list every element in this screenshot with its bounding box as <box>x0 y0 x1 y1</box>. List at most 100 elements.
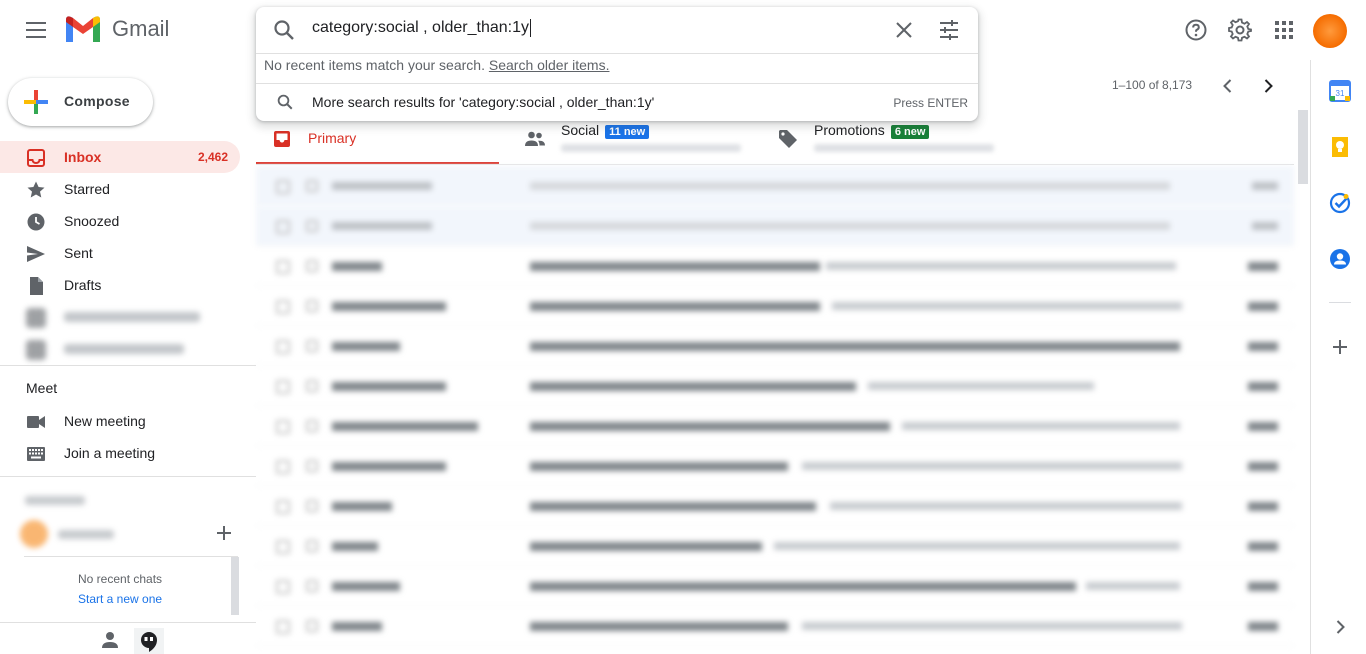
chat-panel: No recent chats Start a new one <box>0 557 240 617</box>
select-checkbox[interactable] <box>276 620 290 634</box>
list-scrollbar[interactable] <box>1298 110 1308 184</box>
get-addons-button[interactable] <box>1329 336 1351 358</box>
blurred-sender <box>332 302 446 311</box>
table-row[interactable] <box>256 446 1294 486</box>
sidebar-item-label: Starred <box>64 181 110 197</box>
table-row[interactable] <box>256 406 1294 446</box>
blurred-subject <box>530 422 890 431</box>
select-checkbox[interactable] <box>276 460 290 474</box>
sidebar-item-snoozed[interactable]: Snoozed <box>0 205 240 237</box>
star-toggle[interactable] <box>306 620 318 632</box>
newer-page-button[interactable] <box>1216 74 1240 98</box>
new-chat-button[interactable] <box>214 523 234 543</box>
search-options-button[interactable] <box>937 18 961 42</box>
person-icon <box>102 632 118 648</box>
gmail-logo[interactable]: Gmail <box>64 14 169 43</box>
select-checkbox[interactable] <box>276 540 290 554</box>
table-row[interactable] <box>256 326 1294 366</box>
blurred-date <box>1248 502 1278 511</box>
table-row[interactable] <box>256 526 1294 566</box>
star-toggle[interactable] <box>306 300 318 312</box>
chat-scrollbar[interactable] <box>231 557 239 615</box>
sidebar-item-drafts[interactable]: Drafts <box>0 269 240 301</box>
keep-button[interactable] <box>1329 136 1351 158</box>
join-meeting-button[interactable]: Join a meeting <box>0 437 256 469</box>
more-search-results-row[interactable]: More search results for 'category:social… <box>256 84 978 120</box>
calendar-button[interactable]: 31 <box>1329 80 1351 102</box>
table-row[interactable] <box>256 566 1294 606</box>
contacts-tab-button[interactable] <box>98 628 122 652</box>
text-caret <box>530 19 532 37</box>
star-toggle[interactable] <box>306 380 318 392</box>
table-row[interactable] <box>256 246 1294 286</box>
blurred-sender <box>332 622 382 631</box>
star-toggle[interactable] <box>306 260 318 272</box>
sidebar-item-label-blurred[interactable] <box>0 333 240 365</box>
star-toggle[interactable] <box>306 340 318 352</box>
sidebar-item-inbox[interactable]: Inbox 2,462 <box>0 141 240 173</box>
select-checkbox[interactable] <box>276 420 290 434</box>
table-row[interactable] <box>256 286 1294 326</box>
blurred-date <box>1252 222 1278 230</box>
select-checkbox[interactable] <box>276 220 290 234</box>
blurred-snippet <box>868 382 1094 390</box>
select-checkbox[interactable] <box>276 260 290 274</box>
select-checkbox[interactable] <box>276 580 290 594</box>
hangouts-tab-button[interactable] <box>134 628 164 654</box>
sidebar-item-label: Snoozed <box>64 213 120 229</box>
start-new-chat-link[interactable]: Start a new one <box>78 592 162 606</box>
search-icon <box>274 20 294 40</box>
main-menu-button[interactable] <box>18 12 54 48</box>
show-side-panel-button[interactable] <box>1329 616 1351 638</box>
google-apps-button[interactable] <box>1268 14 1300 46</box>
blurred-preview <box>561 144 741 152</box>
select-checkbox[interactable] <box>276 300 290 314</box>
sidebar-item-label-blurred[interactable] <box>0 301 240 333</box>
blurred-sender <box>332 542 378 551</box>
table-row[interactable] <box>256 166 1294 206</box>
star-toggle[interactable] <box>306 580 318 592</box>
press-enter-hint: Press ENTER <box>893 96 968 110</box>
plus-icon <box>217 526 231 540</box>
star-toggle[interactable] <box>306 460 318 472</box>
settings-button[interactable] <box>1224 14 1256 46</box>
chevron-right-icon <box>1336 620 1345 634</box>
table-row[interactable] <box>256 366 1294 406</box>
sidebar-item-starred[interactable]: Starred <box>0 173 240 205</box>
search-input[interactable]: category:social , older_than:1y <box>312 19 912 41</box>
table-row[interactable] <box>256 206 1294 246</box>
new-meeting-button[interactable]: New meeting <box>0 405 256 437</box>
star-toggle[interactable] <box>306 500 318 512</box>
blurred-subject <box>530 542 762 551</box>
star-toggle[interactable] <box>306 420 318 432</box>
compose-button[interactable]: Compose <box>8 78 153 126</box>
star-toggle[interactable] <box>306 220 318 232</box>
divider <box>256 53 978 54</box>
contacts-button[interactable] <box>1329 248 1351 270</box>
table-row[interactable] <box>256 606 1294 646</box>
select-checkbox[interactable] <box>276 340 290 354</box>
send-icon <box>27 246 45 262</box>
search-older-link[interactable]: Search older items. <box>489 57 610 73</box>
table-row[interactable] <box>256 486 1294 526</box>
search-button[interactable] <box>272 18 296 42</box>
sidebar-item-sent[interactable]: Sent <box>0 237 240 269</box>
star-toggle[interactable] <box>306 540 318 552</box>
select-checkbox[interactable] <box>276 180 290 194</box>
older-page-button[interactable] <box>1256 74 1280 98</box>
account-avatar[interactable] <box>1313 14 1347 48</box>
keep-icon <box>1332 137 1348 157</box>
tasks-button[interactable] <box>1329 192 1351 214</box>
select-checkbox[interactable] <box>276 380 290 394</box>
blurred-subject <box>530 462 788 471</box>
select-checkbox[interactable] <box>276 500 290 514</box>
blurred-label <box>64 344 184 354</box>
blurred-subject <box>530 262 820 271</box>
support-button[interactable] <box>1180 14 1212 46</box>
star-toggle[interactable] <box>306 180 318 192</box>
blurred-sender <box>332 182 432 190</box>
clear-search-button[interactable] <box>892 18 916 42</box>
search-icon <box>277 94 293 110</box>
blurred-subject <box>530 302 820 311</box>
blurred-date <box>1248 382 1278 391</box>
